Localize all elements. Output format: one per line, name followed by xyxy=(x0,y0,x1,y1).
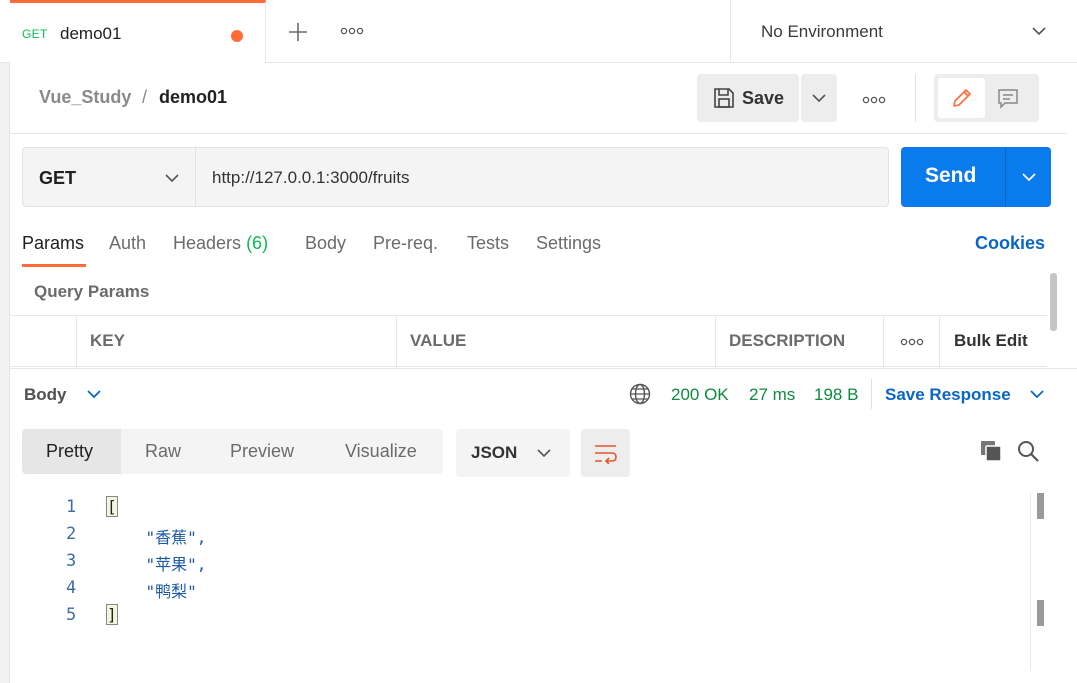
pencil-icon xyxy=(953,89,971,107)
line-number: 5 xyxy=(66,605,77,625)
view-pretty-label: Pretty xyxy=(46,441,94,461)
save-options-button[interactable] xyxy=(801,74,837,122)
more-options-icon xyxy=(900,338,924,346)
code-line: "香蕉", xyxy=(107,528,207,547)
sidebar-strip xyxy=(0,0,10,683)
code-line: "鸭梨" xyxy=(107,582,197,601)
editor-scroll-track xyxy=(1030,493,1031,671)
view-raw-label: Raw xyxy=(145,441,182,461)
save-icon xyxy=(714,88,734,108)
send-button[interactable]: Send xyxy=(901,147,1005,207)
request-scrollbar[interactable] xyxy=(1050,273,1057,331)
line-number: 2 xyxy=(66,524,77,544)
mode-toggle xyxy=(934,74,1039,122)
chevron-down-icon xyxy=(1032,27,1046,36)
view-visualize-label: Visualize xyxy=(345,441,417,461)
breadcrumb-request-name[interactable]: demo01 xyxy=(159,87,227,108)
response-body-label[interactable]: Body xyxy=(24,385,67,405)
tab-body[interactable]: Body xyxy=(305,233,346,254)
format-select[interactable]: JSON xyxy=(456,429,570,477)
search-icon[interactable] xyxy=(1016,439,1040,463)
editor-scrollbar[interactable] xyxy=(1037,600,1044,626)
column-header-description: DESCRIPTION xyxy=(715,316,883,366)
column-header-key-label: KEY xyxy=(90,331,125,350)
tab-settings[interactable]: Settings xyxy=(536,233,601,254)
save-button[interactable]: Save xyxy=(697,74,799,122)
save-response-button[interactable]: Save Response xyxy=(885,385,1011,405)
tab-tests[interactable]: Tests xyxy=(467,233,509,254)
tab-method: GET xyxy=(22,27,48,41)
send-label: Send xyxy=(925,164,977,187)
query-params-title: Query Params xyxy=(34,282,150,301)
tab-auth[interactable]: Auth xyxy=(109,233,146,254)
chevron-down-icon[interactable] xyxy=(87,389,101,399)
view-pretty[interactable]: Pretty xyxy=(22,429,121,474)
bulk-edit-label: Bulk Edit xyxy=(954,331,1028,350)
save-label: Save xyxy=(742,88,785,108)
column-options[interactable] xyxy=(883,316,939,366)
url-input[interactable]: http://127.0.0.1:3000/fruits xyxy=(195,147,889,207)
view-raw[interactable]: Raw xyxy=(121,429,203,474)
comment-icon[interactable] xyxy=(997,87,1019,109)
tab-headers[interactable]: Headers (6) xyxy=(173,233,268,254)
response-view-toggle: Pretty Raw Preview Visualize xyxy=(22,429,443,474)
column-header-key: KEY xyxy=(76,316,396,366)
chevron-down-icon xyxy=(812,94,826,103)
copy-icon[interactable] xyxy=(979,439,1003,463)
tab-bar: GET demo01 No Environment xyxy=(0,0,1077,63)
environment-label: No Environment xyxy=(761,22,883,41)
chevron-down-icon[interactable] xyxy=(1030,389,1044,399)
tab-params[interactable]: Params xyxy=(22,233,84,254)
request-tab[interactable]: GET demo01 xyxy=(10,0,266,63)
globe-icon[interactable] xyxy=(628,382,652,406)
response-time[interactable]: 27 ms xyxy=(749,385,795,405)
new-tab-plus-icon[interactable] xyxy=(284,18,312,46)
view-visualize[interactable]: Visualize xyxy=(317,429,443,474)
more-options-icon[interactable] xyxy=(862,94,886,106)
method-select[interactable]: GET xyxy=(22,147,196,207)
response-body-editor[interactable]: 1 2 3 4 5 [ "香蕉", "苹果", "鸭梨" ] xyxy=(10,493,1047,673)
breadcrumb-collection[interactable]: Vue_Study xyxy=(39,87,131,108)
breadcrumb-separator: / xyxy=(142,87,148,107)
line-number: 1 xyxy=(66,497,77,517)
response-header: Body 200 OK 27 ms 198 B Save Response xyxy=(10,368,1077,420)
query-params-table: KEY VALUE DESCRIPTION Bulk Edit xyxy=(10,315,1047,367)
column-header-value: VALUE xyxy=(396,316,715,366)
tab-title: demo01 xyxy=(60,24,122,43)
chevron-down-icon xyxy=(1022,173,1036,182)
tab-pre-request[interactable]: Pre-req. xyxy=(373,233,438,254)
active-tab-indicator xyxy=(22,264,86,267)
send-options-button[interactable] xyxy=(1005,147,1051,207)
line-number: 3 xyxy=(66,551,77,571)
line-number: 4 xyxy=(66,578,77,598)
headers-count-badge: (6) xyxy=(246,233,269,253)
column-header-description-label: DESCRIPTION xyxy=(729,331,846,350)
code-line: "苹果", xyxy=(107,555,207,574)
toolbar-divider xyxy=(915,74,916,122)
tab-headers-label: Headers xyxy=(173,233,242,253)
tab-more-options-icon[interactable] xyxy=(340,25,364,37)
status-code[interactable]: 200 OK xyxy=(671,385,729,405)
wrap-text-icon xyxy=(595,445,617,464)
view-preview[interactable]: Preview xyxy=(203,429,317,474)
method-label: GET xyxy=(39,168,77,188)
environment-selector[interactable]: No Environment xyxy=(730,0,1077,63)
cookies-link[interactable]: Cookies xyxy=(975,233,1045,254)
editor-scrollbar[interactable] xyxy=(1037,493,1044,519)
chevron-down-icon xyxy=(537,449,551,458)
view-preview-label: Preview xyxy=(230,441,295,461)
unsaved-indicator-icon[interactable] xyxy=(231,30,243,42)
code-line: [ xyxy=(106,496,118,517)
chevron-down-icon xyxy=(165,174,179,183)
wrap-lines-button[interactable] xyxy=(581,429,630,477)
breadcrumb: Vue_Study / demo01 Save xyxy=(10,63,1067,134)
column-header-value-label: VALUE xyxy=(410,331,467,350)
url-value: http://127.0.0.1:3000/fruits xyxy=(212,168,410,187)
code-line: ] xyxy=(106,604,118,625)
format-label: JSON xyxy=(471,443,518,462)
response-divider xyxy=(871,379,872,409)
response-size[interactable]: 198 B xyxy=(814,385,858,405)
bulk-edit-button[interactable]: Bulk Edit xyxy=(939,316,1047,366)
edit-mode-button[interactable] xyxy=(938,78,985,118)
